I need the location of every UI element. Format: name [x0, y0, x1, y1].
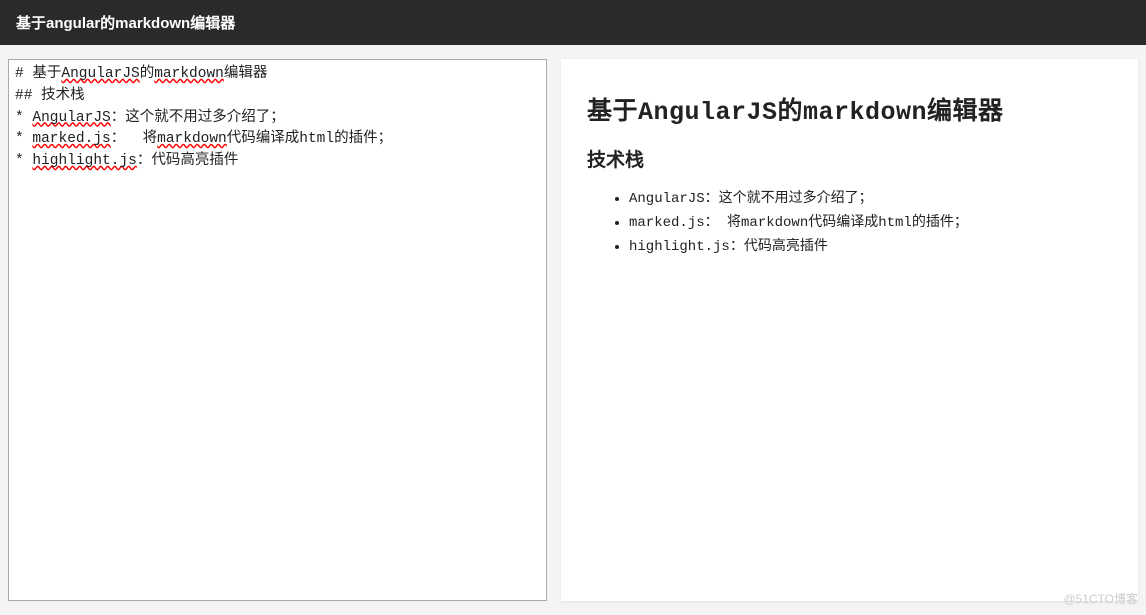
preview-heading-1: 基于AngularJS的markdown编辑器: [587, 91, 1112, 127]
markdown-editor[interactable]: # 基于AngularJS的markdown编辑器## 技术栈* Angular…: [8, 59, 547, 601]
editor-line[interactable]: * highlight.js：代码高亮插件: [15, 151, 540, 173]
markdown-preview: 基于AngularJS的markdown编辑器 技术栈 AngularJS：这个…: [561, 59, 1138, 601]
watermark: @51CTO博客: [1063, 590, 1138, 607]
list-item: highlight.js：代码高亮插件: [629, 236, 1112, 260]
app-title: 基于angular的markdown编辑器: [16, 15, 235, 32]
app-header: 基于angular的markdown编辑器: [0, 0, 1146, 45]
preview-list: AngularJS：这个就不用过多介绍了； marked.js： 将markdo…: [587, 188, 1112, 259]
editor-line[interactable]: # 基于AngularJS的markdown编辑器: [15, 64, 540, 86]
editor-line[interactable]: ## 技术栈: [15, 86, 540, 108]
preview-heading-2: 技术栈: [587, 145, 1112, 172]
list-item: marked.js： 将markdown代码编译成html的插件；: [629, 212, 1112, 236]
main-container: # 基于AngularJS的markdown编辑器## 技术栈* Angular…: [0, 45, 1146, 615]
editor-line[interactable]: * marked.js： 将markdown代码编译成html的插件；: [15, 129, 540, 151]
list-item: AngularJS：这个就不用过多介绍了；: [629, 188, 1112, 212]
editor-line[interactable]: * AngularJS：这个就不用过多介绍了；: [15, 108, 540, 130]
